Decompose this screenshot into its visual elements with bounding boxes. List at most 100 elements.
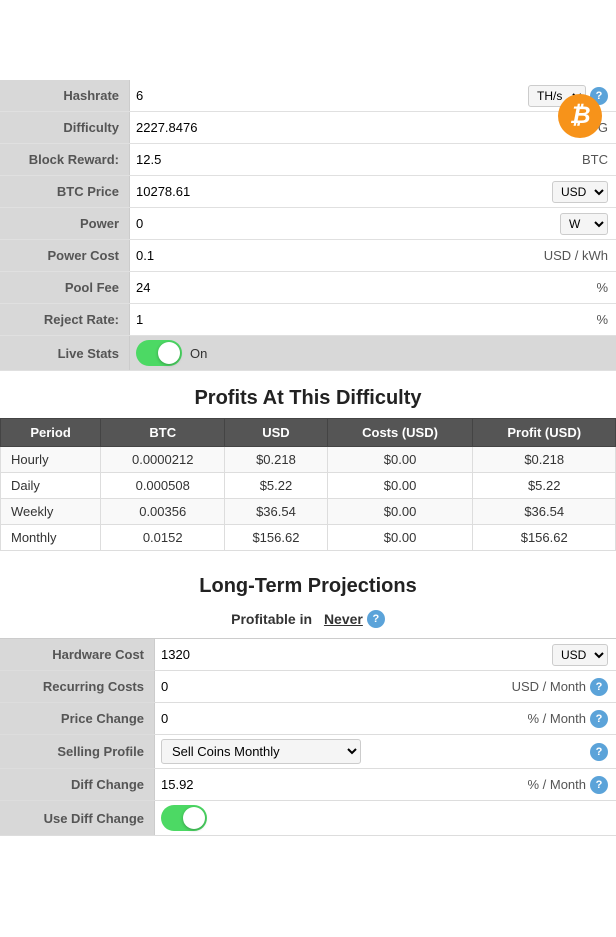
recurring-costs-help-icon[interactable]: ? [590,678,608,696]
col-profit: Profit (USD) [473,419,616,447]
pool-fee-label: Pool Fee [0,272,130,303]
profits-section: Profits At This Difficulty Period BTC US… [0,371,616,551]
difficulty-input[interactable] [130,116,590,139]
col-usd: USD [225,419,327,447]
use-diff-change-toggle-area [155,801,213,835]
costs-cell: $0.00 [327,447,473,473]
hashrate-row: Hashrate TH/s GH/s MH/s ? [0,80,616,112]
usd-cell: $5.22 [225,473,327,499]
use-diff-change-toggle[interactable] [161,805,207,831]
block-reward-unit: BTC [574,148,616,171]
live-stats-on-label: On [190,346,207,361]
profit-cell: $156.62 [473,525,616,551]
price-change-input[interactable] [155,707,519,730]
live-stats-toggle-container: On [130,336,213,370]
table-row: Hourly 0.0000212 $0.218 $0.00 $0.218 [1,447,616,473]
usd-cell: $36.54 [225,499,327,525]
calculator-form: Hashrate TH/s GH/s MH/s ? Difficulty G B… [0,80,616,371]
col-period: Period [1,419,101,447]
difficulty-row: Difficulty G [0,112,616,144]
selling-profile-row: Selling Profile Sell Coins Monthly Hold … [0,735,616,769]
costs-cell: $0.00 [327,525,473,551]
hardware-cost-label: Hardware Cost [0,639,155,670]
hardware-cost-row: Hardware Cost USD EUR [0,639,616,671]
profitable-help-icon[interactable]: ? [367,610,385,628]
hardware-cost-currency-select[interactable]: USD EUR [552,644,608,666]
usd-cell: $0.218 [225,447,327,473]
btc-cell: 0.0152 [101,525,225,551]
price-change-row: Price Change % / Month ? [0,703,616,735]
period-cell: Hourly [1,447,101,473]
pool-fee-input[interactable] [130,276,588,299]
hardware-cost-input[interactable] [155,643,544,666]
selling-profile-help: ? [582,739,616,765]
selling-profile-select[interactable]: Sell Coins Monthly Hold All Coins Sell t… [161,739,361,764]
recurring-costs-unit: USD / Month ? [504,674,616,700]
recurring-costs-input[interactable] [155,675,504,698]
reject-rate-label: Reject Rate: [0,304,130,335]
reject-rate-input[interactable] [130,308,588,331]
power-label: Power [0,208,130,239]
power-cost-input[interactable] [130,244,536,267]
btc-price-unit-select[interactable]: USD EUR GBP [552,181,608,203]
diff-change-help-icon[interactable]: ? [590,776,608,794]
long-term-title: Long-Term Projections [0,559,616,606]
selling-profile-help-icon[interactable]: ? [590,743,608,761]
reject-rate-unit: % [588,308,616,331]
use-diff-change-label: Use Diff Change [0,801,155,835]
pool-fee-row: Pool Fee % [0,272,616,304]
recurring-costs-label: Recurring Costs [0,671,155,702]
block-reward-input[interactable] [130,148,574,171]
costs-cell: $0.00 [327,499,473,525]
use-diff-change-row: Use Diff Change [0,801,616,836]
power-row: Power W kW [0,208,616,240]
power-unit: W kW [552,209,616,239]
table-row: Daily 0.000508 $5.22 $0.00 $5.22 [1,473,616,499]
col-costs: Costs (USD) [327,419,473,447]
profitable-label: Profitable in [231,611,312,627]
hashrate-label: Hashrate [0,80,130,111]
long-term-form: Hardware Cost USD EUR Recurring Costs US… [0,638,616,836]
profitable-value: Never [324,611,363,627]
profitable-line: Profitable in Never ? [0,606,616,638]
btc-price-unit: USD EUR GBP [544,177,616,207]
power-cost-row: Power Cost USD / kWh [0,240,616,272]
btc-cell: 0.000508 [101,473,225,499]
profits-table-header: Period BTC USD Costs (USD) Profit (USD) [1,419,616,447]
diff-change-row: Diff Change % / Month ? [0,769,616,801]
price-change-label: Price Change [0,703,155,734]
period-cell: Weekly [1,499,101,525]
hashrate-input[interactable] [130,84,520,107]
btc-price-row: BTC Price USD EUR GBP [0,176,616,208]
selling-profile-label: Selling Profile [0,735,155,768]
profit-cell: $0.218 [473,447,616,473]
table-row: Monthly 0.0152 $156.62 $0.00 $156.62 [1,525,616,551]
btc-price-input[interactable] [130,180,544,203]
power-cost-label: Power Cost [0,240,130,271]
recurring-costs-row: Recurring Costs USD / Month ? [0,671,616,703]
pool-fee-unit: % [588,276,616,299]
live-stats-label: Live Stats [0,336,130,370]
power-cost-unit: USD / kWh [536,244,616,267]
profits-title: Profits At This Difficulty [0,371,616,418]
diff-change-unit: % / Month ? [519,772,616,798]
long-term-section: Long-Term Projections Profitable in Neve… [0,559,616,836]
block-reward-label: Block Reward: [0,144,130,175]
period-cell: Monthly [1,525,101,551]
table-row: Weekly 0.00356 $36.54 $0.00 $36.54 [1,499,616,525]
profits-table: Period BTC USD Costs (USD) Profit (USD) … [0,418,616,551]
col-btc: BTC [101,419,225,447]
btc-cell: 0.00356 [101,499,225,525]
live-stats-row: Live Stats On [0,336,616,371]
power-input[interactable] [130,212,552,235]
hardware-cost-unit: USD EUR [544,640,616,670]
diff-change-input[interactable] [155,773,519,796]
price-change-help-icon[interactable]: ? [590,710,608,728]
bitcoin-logo: ₿ [558,94,602,138]
power-unit-select[interactable]: W kW [560,213,608,235]
live-stats-toggle[interactable] [136,340,182,366]
btc-price-label: BTC Price [0,176,130,207]
usd-cell: $156.62 [225,525,327,551]
price-change-unit: % / Month ? [519,706,616,732]
block-reward-row: Block Reward: BTC [0,144,616,176]
